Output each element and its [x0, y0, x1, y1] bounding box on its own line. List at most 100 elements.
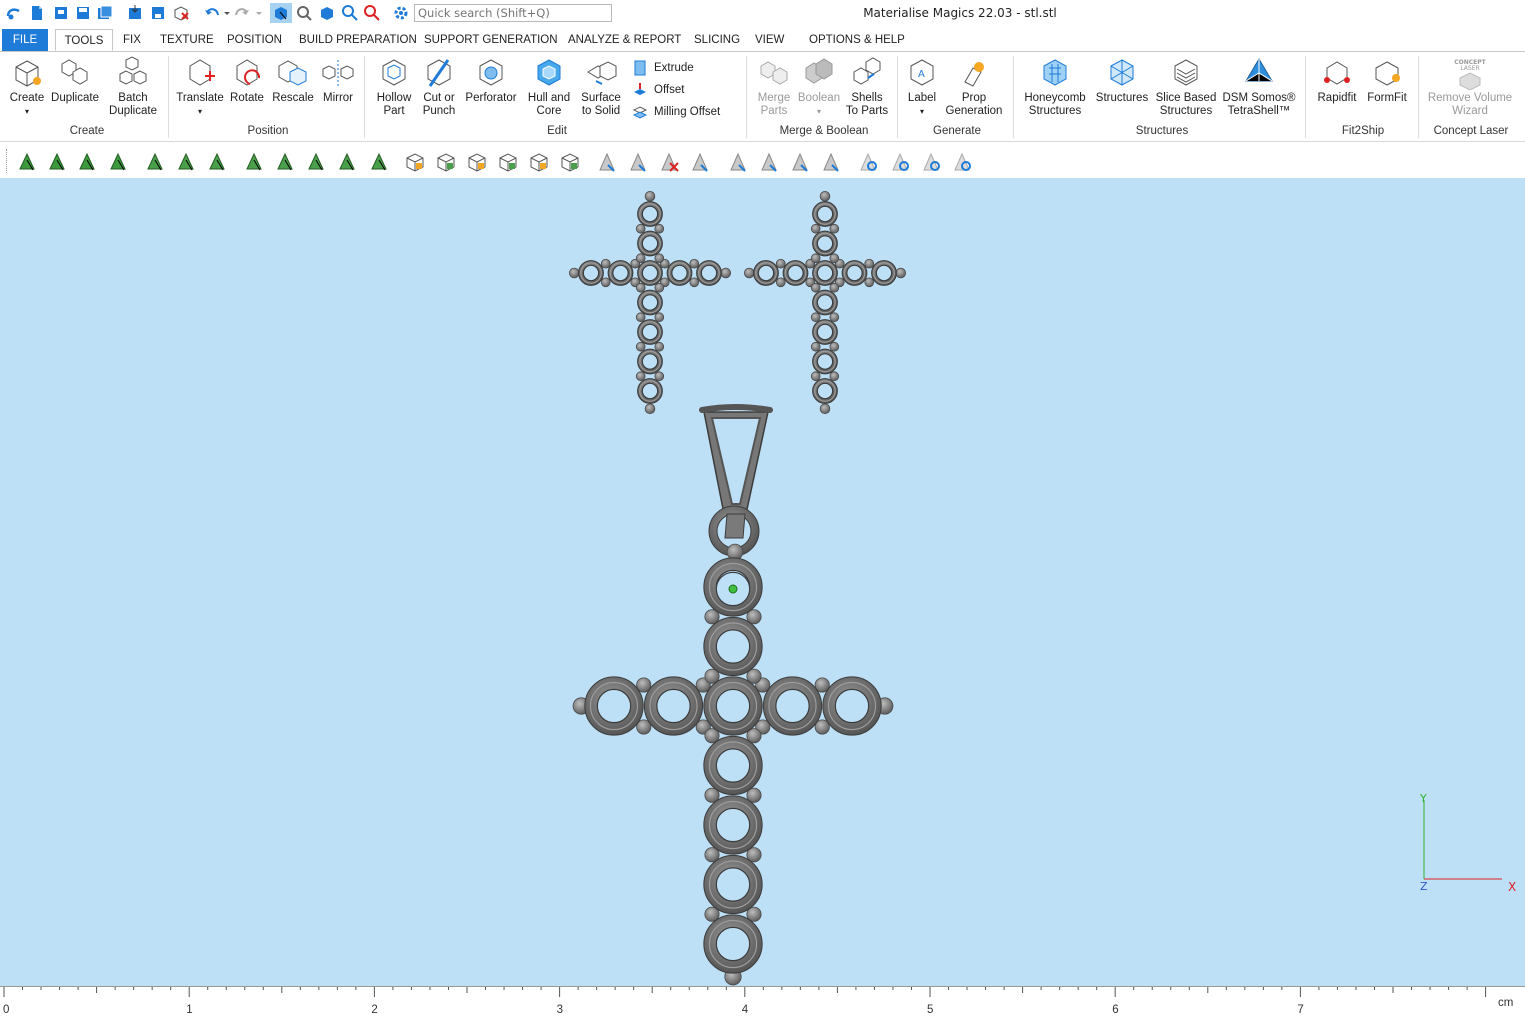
model-group[interactable]	[568, 190, 907, 986]
cut-label-2: Punch	[422, 105, 456, 117]
select-connected-icon[interactable]	[175, 151, 197, 173]
zoom-fit-icon[interactable]	[363, 4, 381, 22]
ruler-label: 7	[1297, 1004, 1304, 1016]
tab-analyze-report[interactable]: ANALYZE & REPORT	[560, 29, 689, 51]
honeycomb-structures-button[interactable]: Honeycomb Structures	[1022, 56, 1088, 118]
tab-view[interactable]: VIEW	[747, 29, 792, 51]
select-shell-curve-icon[interactable]	[76, 151, 98, 173]
select-plane-icon[interactable]	[243, 151, 265, 173]
shells-to-parts-button[interactable]: Shells To Parts	[845, 56, 889, 118]
view-part-icon[interactable]	[318, 4, 336, 22]
tab-file[interactable]: FILE	[2, 29, 48, 51]
rotate-button[interactable]: Rotate	[227, 56, 267, 105]
prop-generation-button[interactable]: Prop Generation	[944, 56, 1004, 118]
save-part-icon[interactable]	[149, 4, 167, 22]
mark-plane-icon[interactable]	[789, 151, 811, 173]
scene-canvas[interactable]: Y Z X	[0, 178, 1525, 986]
rescale-button[interactable]: Rescale	[271, 56, 315, 105]
view-eye-icon[interactable]	[920, 151, 942, 173]
part-highlight-icon[interactable]	[466, 151, 488, 173]
tab-slicing[interactable]: SLICING	[686, 29, 748, 51]
select-curve-icon[interactable]	[206, 151, 228, 173]
tab-tools[interactable]: TOOLS	[55, 29, 113, 51]
tab-position[interactable]: POSITION	[219, 29, 290, 51]
redo-icon[interactable]	[233, 4, 251, 22]
zoom-select-icon[interactable]	[295, 4, 313, 22]
merge-parts-button[interactable]: Merge Parts	[754, 56, 794, 118]
hull-and-core-button[interactable]: Hull and Core	[524, 56, 574, 118]
create-button[interactable]: Create ▾	[6, 56, 48, 118]
select-sphere-icon[interactable]	[336, 151, 358, 173]
save-all-icon[interactable]	[96, 4, 114, 22]
mirror-button[interactable]: Mirror	[318, 56, 358, 105]
select-box-icon[interactable]	[144, 151, 166, 173]
3d-viewport[interactable]: Y Z X	[0, 178, 1525, 986]
structures-button[interactable]: Structures	[1093, 56, 1151, 105]
select-triangle-icon[interactable]	[16, 151, 38, 173]
redo-dropdown-icon[interactable]	[250, 4, 262, 22]
stone-hole	[816, 235, 834, 252]
bead	[743, 267, 755, 279]
part-rotate-icon[interactable]	[559, 151, 581, 173]
offset-button[interactable]: Offset	[632, 81, 684, 99]
hollow-part-button[interactable]: Hollow Part	[372, 56, 416, 118]
part-wire-icon[interactable]	[497, 151, 519, 173]
zoom-icon[interactable]	[341, 4, 359, 22]
undo-dropdown-icon[interactable]	[218, 4, 230, 22]
duplicate-button[interactable]: Duplicate	[50, 56, 100, 105]
new-file-icon[interactable]	[28, 4, 46, 22]
translate-button[interactable]: Translate ▾	[175, 56, 225, 118]
label-icon: A	[905, 56, 939, 90]
view-grey-icon[interactable]	[951, 151, 973, 173]
save-icon[interactable]	[74, 4, 92, 22]
label-button[interactable]: A Label ▾	[902, 56, 942, 118]
part-view-icon[interactable]	[404, 151, 426, 173]
app-logo-icon[interactable]	[5, 4, 23, 22]
milling-offset-button[interactable]: Milling Offset	[632, 103, 720, 121]
unload-part-icon[interactable]	[172, 4, 190, 22]
open-file-icon[interactable]	[52, 4, 70, 22]
tab-texture[interactable]: TEXTURE	[152, 29, 222, 51]
formfit-button[interactable]: FormFit	[1364, 56, 1410, 105]
slice-structures-icon	[1169, 56, 1203, 90]
import-part-icon[interactable]	[126, 4, 144, 22]
perforator-button[interactable]: Perforator	[463, 56, 519, 105]
select-part-icon[interactable]	[270, 3, 292, 23]
tab-build-preparation[interactable]: BUILD PREPARATION	[291, 29, 425, 51]
cut-or-punch-button[interactable]: Cut or Punch	[418, 56, 460, 118]
dsm-tetrashell-button[interactable]: DSM Somos® TetraShell™	[1222, 56, 1296, 118]
select-cone-icon[interactable]	[305, 151, 327, 173]
prop-label-2: Generation	[945, 105, 1003, 117]
mark-flip-icon[interactable]	[689, 151, 711, 173]
remove-volume-wizard-button[interactable]: CONCEPT LASER Remove Volume Wizard	[1424, 56, 1516, 118]
slice-based-structures-button[interactable]: Slice Based Structures	[1154, 56, 1218, 118]
group-merge-label: Merge & Boolean	[779, 125, 869, 137]
select-shell-icon[interactable]	[107, 151, 129, 173]
boolean-button[interactable]: Boolean ▾	[796, 56, 842, 118]
part-marked-icon[interactable]	[528, 151, 550, 173]
group-create-label: Create	[69, 125, 105, 137]
surface-to-solid-button[interactable]: Surface to Solid	[578, 56, 624, 118]
part-shaded-icon[interactable]	[435, 151, 457, 173]
select-cylinder-icon[interactable]	[274, 151, 296, 173]
mark-split-icon[interactable]	[658, 151, 680, 173]
rapidfit-button[interactable]: Rapidfit	[1313, 56, 1361, 105]
select-freeform-icon[interactable]	[368, 151, 390, 173]
mark-wedge-icon[interactable]	[820, 151, 842, 173]
settings-gear-icon[interactable]	[392, 4, 410, 22]
tab-fix[interactable]: FIX	[115, 29, 149, 51]
mark-copy-icon[interactable]	[758, 151, 780, 173]
batch-label-1: Batch	[118, 92, 148, 104]
view-hidden-icon[interactable]	[857, 151, 879, 173]
quick-search-input[interactable]	[414, 4, 612, 22]
tab-options-help[interactable]: OPTIONS & HELP	[801, 29, 913, 51]
batch-duplicate-button[interactable]: Batch Duplicate	[106, 56, 160, 118]
unmark-all-icon[interactable]	[727, 151, 749, 173]
select-surface-icon[interactable]	[46, 151, 68, 173]
bead	[819, 403, 831, 415]
extrude-button[interactable]: Extrude	[632, 59, 694, 77]
tab-support-generation[interactable]: SUPPORT GENERATION	[416, 29, 566, 51]
mark-fix-icon[interactable]	[627, 151, 649, 173]
view-cut-icon[interactable]	[889, 151, 911, 173]
mark-normal-icon[interactable]	[596, 151, 618, 173]
